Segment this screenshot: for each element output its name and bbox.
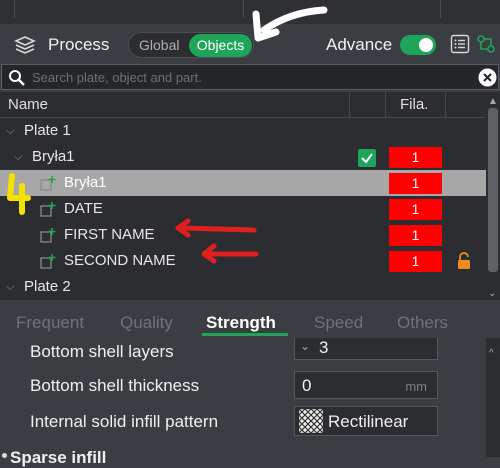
sparse-infill-section-label: Sparse infill: [10, 448, 107, 467]
compare-presets-icon[interactable]: [476, 34, 496, 54]
tab-speed[interactable]: Speed: [314, 313, 363, 333]
rectilinear-pattern-icon: [299, 409, 323, 433]
bottom-shell-thickness-value[interactable]: 0: [302, 376, 311, 396]
plate-row[interactable]: ⌵ Plate 2: [0, 274, 486, 300]
scrollbar-thumb[interactable]: [488, 108, 498, 272]
filament-selector[interactable]: 1: [389, 251, 442, 272]
mode-global-option[interactable]: Global: [139, 37, 179, 53]
part-label: FIRST NAME: [64, 226, 155, 243]
part-row[interactable]: Bryła1 1: [0, 170, 486, 196]
column-name-header[interactable]: Name: [8, 96, 48, 113]
part-icon: [40, 228, 56, 243]
tab-strength[interactable]: Strength: [206, 313, 276, 333]
search-input[interactable]: [32, 67, 472, 87]
plate-row[interactable]: ⌵ Plate 1: [0, 118, 486, 144]
tab-frequent[interactable]: Frequent: [16, 313, 84, 333]
filament-selector[interactable]: 1: [389, 199, 442, 220]
layers-icon: [14, 36, 36, 54]
scroll-up-icon[interactable]: ▲: [488, 96, 498, 107]
object-list-header: Name Fila.: [0, 92, 486, 118]
plate-label: Plate 1: [24, 122, 71, 139]
expand-caret-icon[interactable]: ⌵: [6, 125, 14, 138]
settings-scrollbar[interactable]: ^: [486, 338, 500, 457]
part-label: Bryła1: [64, 174, 107, 191]
strength-settings: Bottom shell layers ⌄ 3 Bottom shell thi…: [0, 338, 486, 467]
expand-caret-icon[interactable]: ⌵: [6, 281, 14, 294]
infill-pattern-value[interactable]: Rectilinear: [328, 412, 408, 432]
clear-search-icon[interactable]: [478, 68, 497, 87]
bottom-shell-layers-value[interactable]: 3: [319, 338, 328, 358]
bottom-shell-thickness-field[interactable]: 0 mm: [294, 371, 438, 399]
object-list: Name Fila. ⌵ Plate 1 ⌵ Bryła1 1 Bryła1 1…: [0, 92, 486, 300]
part-label: DATE: [64, 200, 103, 217]
settings-list-icon[interactable]: [450, 34, 470, 54]
thickness-unit: mm: [405, 379, 427, 394]
lock-icon[interactable]: [456, 252, 472, 270]
part-icon: [40, 254, 56, 269]
part-label: SECOND NAME: [64, 252, 176, 269]
bottom-shell-thickness-label: Bottom shell thickness: [30, 376, 200, 395]
bottom-shell-layers-field[interactable]: ⌄ 3: [294, 338, 438, 360]
scroll-up-icon[interactable]: ^: [489, 348, 494, 359]
advance-switch[interactable]: [400, 35, 436, 55]
red-arrow-annotation: [175, 218, 257, 238]
part-icon: [40, 202, 56, 217]
filament-selector[interactable]: 1: [389, 225, 442, 246]
column-filament-header[interactable]: Fila.: [400, 96, 428, 113]
filament-selector[interactable]: 1: [389, 147, 442, 168]
bottom-shell-layers-label: Bottom shell layers: [30, 342, 174, 361]
object-row[interactable]: ⌵ Bryła1 1: [0, 144, 486, 170]
section-bullet-icon: [2, 453, 7, 458]
plate-label: Plate 2: [24, 278, 71, 295]
mode-objects-option[interactable]: Objects: [189, 34, 252, 57]
internal-infill-pattern-select[interactable]: Rectilinear: [294, 406, 438, 436]
active-tab-indicator: [202, 333, 288, 336]
spin-down-icon[interactable]: ⌄: [300, 339, 310, 353]
handwritten-number-annotation: [4, 172, 34, 216]
tab-quality[interactable]: Quality: [120, 313, 173, 333]
global-objects-toggle[interactable]: Global Objects: [128, 32, 254, 58]
red-arrow-annotation: [201, 243, 259, 264]
process-title: Process: [48, 35, 110, 54]
part-icon: [40, 176, 56, 191]
printable-checkbox[interactable]: [358, 149, 376, 167]
scroll-down-icon[interactable]: ⌄: [488, 288, 496, 299]
expand-caret-icon[interactable]: ⌵: [14, 151, 22, 164]
white-arrow-annotation: [252, 6, 328, 42]
search-icon: [9, 70, 25, 86]
object-label: Bryła1: [32, 148, 75, 165]
search-box: [1, 64, 499, 90]
filament-selector[interactable]: 1: [389, 173, 442, 194]
internal-infill-pattern-label: Internal solid infill pattern: [30, 412, 219, 431]
advance-label: Advance: [326, 35, 393, 54]
tab-others[interactable]: Others: [397, 313, 448, 333]
